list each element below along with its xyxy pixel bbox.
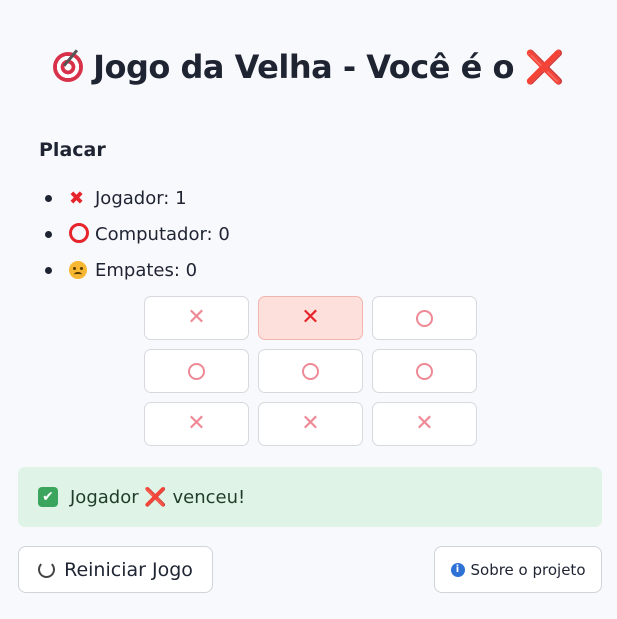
board-cell[interactable]: ✕ (144, 402, 249, 446)
x-mark-icon: ✖ (69, 187, 85, 209)
alert-suffix: venceu! (172, 486, 246, 508)
x-mark: ✕ (187, 411, 206, 436)
x-mark: ✕ (301, 411, 320, 436)
restart-label: Reiniciar Jogo (64, 558, 193, 581)
alert-symbol: ❌ (144, 486, 167, 508)
board-cell[interactable]: ✕ (144, 296, 249, 340)
score-item-computer: Computador: 0 (39, 216, 230, 252)
score-item-draws: Empates: 0 (39, 252, 230, 288)
board-cell[interactable]: ✕ (258, 296, 363, 340)
o-mark (188, 362, 205, 380)
about-label: Sobre o projeto (470, 560, 586, 579)
o-mark (302, 362, 319, 380)
o-mark (416, 362, 433, 380)
board-cell[interactable] (372, 349, 477, 393)
score-title: Placar (39, 139, 106, 161)
x-mark: ✕ (187, 305, 206, 330)
restart-button[interactable]: Reiniciar Jogo (18, 546, 213, 593)
score-player-label: Jogador: 1 (95, 187, 187, 209)
page-title-text: Jogo da Velha - Você é o (93, 48, 514, 86)
score-draws-label: Empates: 0 (95, 259, 198, 281)
refresh-icon (38, 561, 56, 578)
circle-icon (69, 223, 93, 245)
score-computer-label: Computador: 0 (95, 223, 230, 245)
x-mark: ✕ (301, 305, 320, 330)
x-mark: ✕ (415, 411, 434, 436)
board-cell[interactable] (372, 296, 477, 340)
board-cell[interactable] (258, 349, 363, 393)
about-button[interactable]: i Sobre o projeto (434, 546, 602, 593)
board-cell[interactable]: ✕ (258, 402, 363, 446)
face-icon (69, 260, 93, 281)
check-icon: ✔ (38, 487, 58, 507)
info-icon: i (450, 562, 465, 577)
player-symbol: ❌ (524, 48, 565, 86)
target-icon (53, 52, 84, 82)
result-alert: ✔ Jogador ❌ venceu! (18, 467, 602, 527)
board-cell[interactable] (144, 349, 249, 393)
score-item-player: ✖ Jogador: 1 (39, 180, 230, 216)
o-mark (416, 309, 433, 327)
alert-prefix: Jogador (70, 486, 139, 508)
score-list: ✖ Jogador: 1 Computador: 0 Empates: 0 (39, 180, 230, 288)
page-title: Jogo da Velha - Você é o ❌ (0, 48, 617, 86)
board-cell[interactable]: ✕ (372, 402, 477, 446)
game-board: ✕ ✕ ✕ ✕ ✕ (144, 296, 477, 446)
